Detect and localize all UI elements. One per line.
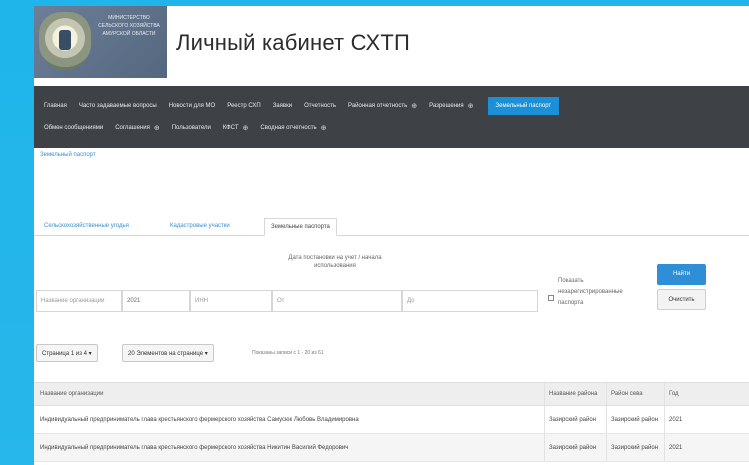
column-header-year[interactable]: Год (664, 383, 749, 405)
per-page-select-button[interactable]: 20 Элементов на странице ▾ (122, 344, 214, 362)
site-title: Личный кабинет СХТП (176, 30, 411, 55)
nav-item-users[interactable]: Пользователи (172, 125, 211, 131)
coat-of-arms-icon (39, 12, 91, 70)
nav-item-land-passport[interactable]: Земельный паспорт (487, 97, 560, 115)
table-row[interactable]: Индивидуальный предприниматель глава кре… (34, 406, 749, 434)
ministry-name: МИНИСТЕРСТВО СЕЛЬСКОГО ХОЗЯЙСТВА АМУРСКО… (98, 15, 160, 37)
year-input[interactable]: 2021 (122, 290, 190, 312)
page: МИНИСТЕРСТВО СЕЛЬСКОГО ХОЗЯЙСТВА АМУРСКО… (34, 6, 749, 465)
cell-org-name: Индивидуальный предприниматель глава кре… (40, 444, 349, 451)
plus-circle-icon: ⊕ (242, 125, 249, 132)
tab-farmland[interactable]: Сельскохозяйственные угодья (38, 218, 135, 236)
breadcrumb[interactable]: Земельный паспорт (40, 152, 96, 158)
passports-table: Название организации Название района Рай… (34, 382, 749, 462)
tab-bar: Сельскохозяйственные угодья Кадастровые … (34, 214, 749, 236)
nav-item-permits[interactable]: Разрешения ⊕ (429, 102, 473, 110)
cell-district: Зазирский район (544, 406, 606, 433)
date-range-caption: Дата постановки на учет / начала использ… (288, 255, 382, 269)
column-header-org-name[interactable]: Название организации (36, 383, 544, 405)
column-header-sowing-district[interactable]: Район сева (606, 383, 664, 405)
records-info: Показаны записи с 1 - 20 из 61 (252, 350, 324, 356)
nav-item-registry[interactable]: Реестр СХП (227, 103, 260, 109)
main-nav: Главная Часто задаваемые вопросы Новости… (34, 86, 749, 148)
cell-year: 2021 (664, 406, 749, 433)
plus-circle-icon: ⊕ (153, 125, 160, 132)
nav-item-kfst[interactable]: КФСТ ⊕ (223, 124, 249, 132)
column-header-district[interactable]: Название района (544, 383, 606, 405)
cell-org-name: Индивидуальный предприниматель глава кре… (40, 416, 359, 423)
inn-input[interactable]: ИНН (190, 290, 272, 312)
nav-item-summary-reports[interactable]: Сводная отчетность ⊕ (260, 124, 326, 132)
nav-item-agreements[interactable]: Соглашения ⊕ (115, 124, 160, 132)
date-to-input[interactable]: До (402, 290, 538, 312)
plus-circle-icon: ⊕ (467, 103, 474, 110)
table-header: Название организации Название района Рай… (34, 382, 749, 406)
ministry-logo[interactable]: МИНИСТЕРСТВО СЕЛЬСКОГО ХОЗЯЙСТВА АМУРСКО… (34, 6, 167, 78)
nav-item-faq[interactable]: Часто задаваемые вопросы (79, 103, 157, 109)
show-unregistered-label: Показать незарегистрированные паспорта (558, 278, 623, 306)
nav-row-2: Обмен сообщениями Соглашения ⊕ Пользовате… (44, 119, 339, 137)
nav-item-home[interactable]: Главная (44, 103, 67, 109)
nav-row-1: Главная Часто задаваемые вопросы Новости… (44, 97, 560, 115)
clear-button[interactable]: Очистить (657, 289, 706, 310)
org-name-input[interactable]: Название организации (36, 290, 122, 312)
cell-district: Зазирский район (544, 434, 606, 461)
nav-item-news[interactable]: Новости для МО (169, 103, 215, 109)
nav-item-messages[interactable]: Обмен сообщениями (44, 125, 103, 131)
find-button[interactable]: Найти (657, 264, 706, 285)
tab-land-passports[interactable]: Земельные паспорта (264, 218, 337, 236)
cell-sowing-district: Зазирский район (606, 434, 664, 461)
date-from-input[interactable]: От (272, 290, 402, 312)
cell-sowing-district: Зазирский район (606, 406, 664, 433)
plus-circle-icon: ⊕ (320, 125, 327, 132)
cell-year: 2021 (664, 434, 749, 461)
tab-cadastral-plots[interactable]: Кадастровые участки (164, 218, 236, 236)
nav-item-requests[interactable]: Заявки (273, 103, 292, 109)
nav-item-reports[interactable]: Отчетность (304, 103, 336, 109)
show-unregistered-checkbox[interactable] (548, 295, 554, 301)
page-select-button[interactable]: Страница 1 из 4 ▾ (36, 344, 98, 362)
table-row[interactable]: Индивидуальный предприниматель глава кре… (34, 434, 749, 462)
plus-circle-icon: ⊕ (411, 103, 418, 110)
nav-item-district-reports[interactable]: Районная отчетность ⊕ (348, 102, 417, 110)
